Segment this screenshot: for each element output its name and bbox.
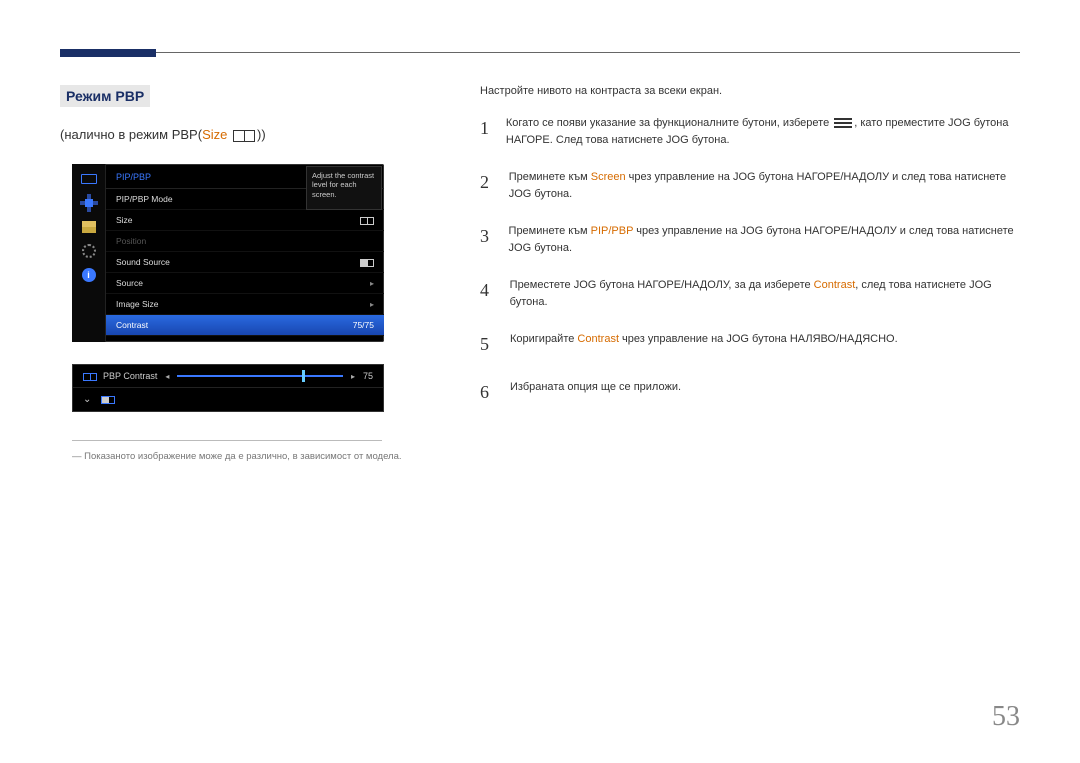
step-text: Преминете към: [509, 225, 591, 237]
osd-row-sound[interactable]: Sound Source: [106, 252, 384, 273]
description: Настройте нивото на контраста за всеки е…: [480, 85, 1020, 97]
header-rule: [60, 52, 1020, 57]
footnote-separator: [72, 440, 382, 441]
contrast-slider[interactable]: [177, 371, 343, 381]
subtitle-suffix: )): [257, 127, 266, 142]
step-text: Когато се появи указание за функционални…: [506, 117, 832, 129]
osd-label: Sound Source: [116, 257, 360, 267]
step-text: Преместете JOG бутона НАГОРЕ/НАДОЛУ, за …: [510, 279, 814, 291]
step-2: 2 Преминете към Screen чрез управление н…: [480, 169, 1020, 203]
osd-value-icon: [360, 215, 374, 225]
chevron-down-icon[interactable]: ⌄: [83, 394, 91, 405]
keyword: Contrast: [577, 333, 619, 345]
step-number: 6: [480, 379, 494, 407]
step-number: 2: [480, 169, 493, 203]
step-number: 4: [480, 277, 494, 311]
osd-value-icon: [360, 257, 374, 267]
slider-panel: PBP Contrast ◂ ▸ 75 ⌄: [72, 364, 384, 412]
osd-row-size[interactable]: Size: [106, 210, 384, 231]
step-5: 5 Коригирайте Contrast чрез управление н…: [480, 331, 1020, 359]
header-accent: [60, 49, 156, 57]
step-number: 5: [480, 331, 494, 359]
osd-label: Position: [116, 236, 374, 246]
footnote: ― Показаното изображение може да е разли…: [72, 451, 440, 462]
osd-value: 75/75: [353, 320, 374, 330]
slider-label: PBP Contrast: [103, 371, 157, 381]
osd-label: Size: [116, 215, 360, 225]
picture-icon[interactable]: [80, 220, 98, 234]
monitor-icon[interactable]: [80, 172, 98, 186]
step-text: Коригирайте: [510, 333, 577, 345]
slider-value: 75: [363, 371, 373, 381]
arrow-right-icon[interactable]: ▸: [351, 372, 355, 381]
page-number: 53: [992, 701, 1020, 733]
arrow-left-icon[interactable]: ◂: [165, 372, 169, 381]
osd-sidebar: i: [72, 164, 106, 342]
keyword: Screen: [591, 171, 626, 183]
subtitle-size-word: Size: [202, 127, 227, 142]
chevron-right-icon: ▸: [370, 300, 374, 309]
osd-row-source[interactable]: Source ▸: [106, 273, 384, 294]
subtitle-prefix: (налично в режим PBP(: [60, 127, 202, 142]
steps-list: 1 Когато се появи указание за функционал…: [480, 115, 1020, 407]
step-number: 1: [480, 115, 490, 149]
step-6: 6 Избраната опция ще се приложи.: [480, 379, 1020, 407]
info-icon[interactable]: i: [80, 268, 98, 282]
pbp-mini-icon: [101, 395, 115, 405]
step-1: 1 Когато се появи указание за функционал…: [480, 115, 1020, 149]
navpad-icon[interactable]: [80, 196, 98, 210]
mode-title: Режим PBP: [60, 85, 150, 107]
step-text: Избраната опция ще се приложи.: [510, 381, 681, 393]
step-number: 3: [480, 223, 493, 257]
subtitle: (налично в режим PBP(Size )): [60, 127, 440, 142]
pbp-mini-icon: [83, 371, 95, 381]
pbp-split-icon: [233, 130, 255, 142]
step-text: чрез управление на JOG бутона НАЛЯВО/НАД…: [619, 333, 898, 345]
osd-tooltip: Adjust the contrast level for each scree…: [306, 166, 382, 210]
osd-window: i Adjust the contrast level for each scr…: [72, 164, 384, 342]
step-3: 3 Преминете към PIP/PBP чрез управление …: [480, 223, 1020, 257]
chevron-right-icon: ▸: [370, 279, 374, 288]
settings-gear-icon[interactable]: [80, 244, 98, 258]
osd-row-image-size[interactable]: Image Size ▸: [106, 294, 384, 315]
osd-row-contrast[interactable]: Contrast 75/75: [106, 315, 384, 336]
osd-label: Contrast: [116, 320, 353, 330]
osd-row-position: Position: [106, 231, 384, 252]
osd-label: Source: [116, 278, 370, 288]
step-4: 4 Преместете JOG бутона НАГОРЕ/НАДОЛУ, з…: [480, 277, 1020, 311]
keyword: PIP/PBP: [591, 225, 634, 237]
step-text: Преминете към: [509, 171, 591, 183]
osd-label: Image Size: [116, 299, 370, 309]
menu-icon: [834, 118, 852, 128]
keyword: Contrast: [814, 279, 856, 291]
